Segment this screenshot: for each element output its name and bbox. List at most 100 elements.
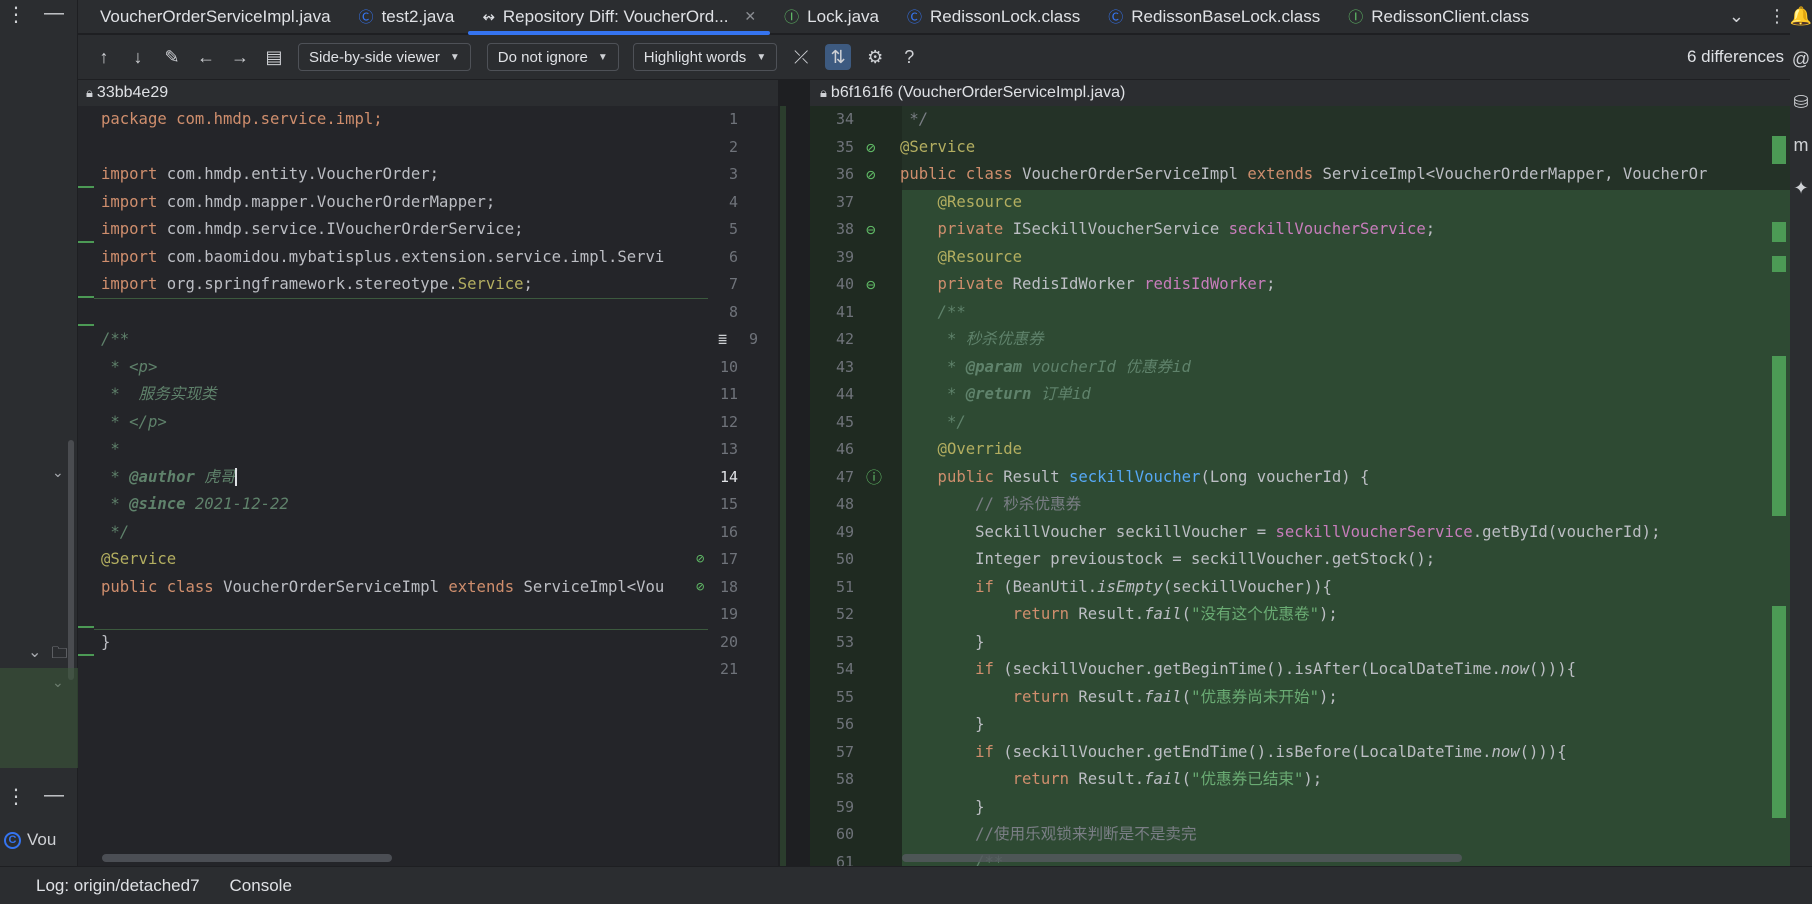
line-number: 15 — [719, 495, 738, 513]
more-options-icon[interactable]: ⋮ — [6, 2, 26, 27]
back-icon[interactable]: ← — [196, 47, 216, 68]
plugin-icon[interactable]: ✦ — [1793, 178, 1808, 199]
code-line: 35 ⊘ @Service — [810, 134, 1790, 162]
code-line: 53 } — [835, 632, 985, 651]
maven-icon[interactable]: m — [1794, 135, 1809, 156]
chevron-down-icon[interactable]: ⌄ — [28, 642, 41, 669]
run-config-item[interactable]: C Vou — [4, 830, 56, 850]
code-line: import org.springframework.stereotype.Se… — [78, 271, 778, 299]
tab-redisson-client[interactable]: Ⓘ RedissonClient.class — [1334, 0, 1543, 34]
file-list-icon[interactable]: ▤ — [264, 47, 284, 68]
autowired-icon[interactable]: ⊖ — [866, 216, 876, 244]
code-line: * @author 虎哥 14 — [78, 464, 778, 492]
tree-folder-row[interactable]: ⌄ 🗀 — [28, 642, 67, 669]
collapse-unchanged-icon[interactable]: ⤫ — [791, 47, 811, 68]
code-line: 36 ⊘ public class VoucherOrderServiceImpl … — [810, 161, 1790, 189]
code-line: 54 if (seckillVoucher.getBeginTime().isA… — [835, 660, 1576, 678]
implements-icon[interactable]: ⓘ — [866, 464, 882, 492]
line-number: 6 — [728, 247, 738, 266]
right-code-pane[interactable]: 34 */ 35 ⊘ @Service 36 ⊘ public class Vouche… — [810, 106, 1790, 866]
viewer-dropdown-label: Side-by-side viewer — [309, 48, 440, 66]
tab-repository-diff[interactable]: ↭ Repository Diff: VoucherOrd... ✕ — [468, 0, 771, 35]
interface-icon: Ⓘ — [784, 9, 800, 26]
notifications-icon[interactable]: 🔔 — [1790, 6, 1812, 27]
diff-toolbar: ↑ ↓ ✎ ← → ▤ Side-by-side viewer ▼ Do not… — [78, 35, 1790, 79]
code-line: * </p> 12 — [78, 409, 778, 437]
autowired-icon[interactable]: ⊖ — [866, 271, 876, 299]
line-number: 20 — [719, 632, 738, 651]
highlight-dropdown[interactable]: Highlight words ▼ — [632, 43, 778, 71]
code-line: 46 @Override — [835, 440, 1023, 458]
tab-test2[interactable]: Ⓒ test2.java — [345, 0, 469, 34]
tab-label: Repository Diff: VoucherOrd... — [502, 6, 729, 26]
next-difference-icon[interactable]: ↓ — [128, 47, 148, 68]
minimize-icon[interactable]: — — [44, 784, 64, 809]
line-number: 19 — [719, 605, 738, 623]
previous-difference-icon[interactable]: ↑ — [94, 47, 114, 68]
diff-divider[interactable] — [778, 80, 810, 866]
panel-scrollbar[interactable] — [68, 440, 74, 680]
horizontal-scrollbar[interactable] — [902, 854, 1462, 862]
chevron-down-icon: ▼ — [449, 51, 460, 63]
code-line: /** ≣ 9 — [78, 326, 778, 354]
code-line: 40 ⊖ private RedisIdWorker redisIdWorker; — [810, 271, 1790, 299]
minimize-icon[interactable]: — — [44, 2, 64, 27]
tree-highlight — [0, 668, 78, 768]
code-line: 45 */ — [835, 412, 966, 431]
tab-lock[interactable]: Ⓘ Lock.java — [770, 0, 893, 34]
reader-mode-icon[interactable]: ≣ — [718, 326, 727, 354]
ai-assistant-icon[interactable]: @ — [1792, 49, 1810, 70]
tab-redisson-lock[interactable]: Ⓒ RedissonLock.class — [893, 0, 1094, 34]
bean-icon[interactable]: ⊘ — [866, 161, 876, 189]
code-line: 19 — [78, 601, 778, 629]
line-number: 14 — [719, 467, 738, 486]
bean-icon[interactable]: ⊘ — [866, 134, 876, 162]
code-line: 34 */ — [835, 110, 929, 128]
right-revision-label: b6f161f6 (VoucherOrderServiceImpl.java) — [830, 84, 1126, 101]
sync-scroll-icon[interactable]: ⇅ — [825, 44, 852, 70]
chevron-down-icon[interactable]: ⌄ — [52, 464, 64, 481]
code-line: import com.hmdp.service.IVoucherOrderSer… — [78, 216, 778, 244]
database-icon[interactable]: ⛁ — [1793, 92, 1808, 113]
tab-label: RedissonBaseLock.class — [1131, 6, 1321, 26]
chevron-down-icon[interactable]: ⌄ — [1729, 6, 1744, 27]
help-icon[interactable]: ? — [899, 47, 919, 68]
diff-icon: ↭ — [482, 8, 495, 26]
settings-icon[interactable]: ⚙ — [865, 47, 885, 68]
class-icon: Ⓒ — [907, 9, 923, 26]
tab-redisson-base-lock[interactable]: Ⓒ RedissonBaseLock.class — [1094, 0, 1334, 34]
line-number: 18 — [719, 577, 738, 596]
code-line: package com.hmdp.service.impl; 1 — [78, 106, 778, 134]
class-icon: Ⓒ — [1108, 9, 1124, 26]
right-tool-strip: 🔔 @ ⛁ m ✦ — [1790, 0, 1812, 866]
edit-icon[interactable]: ✎ — [162, 47, 182, 68]
project-panel: ⋮ — ⌄ ⌄ 🗀 ⌄ ⋮ — C Vou — [0, 0, 78, 866]
highlight-dropdown-label: Highlight words — [643, 48, 747, 66]
code-line: 55 return Result.fail("优惠券尚未开始"); — [835, 687, 1338, 706]
bottom-tool-bar: Log: origin/detached7 Console — [0, 866, 1812, 904]
viewer-dropdown[interactable]: Side-by-side viewer ▼ — [298, 43, 471, 71]
git-log-tab[interactable]: Log: origin/detached7 — [36, 876, 200, 896]
ignore-dropdown[interactable]: Do not ignore ▼ — [486, 43, 619, 71]
more-options-icon[interactable]: ⋮ — [6, 784, 26, 809]
code-line: 50 Integer previoustock = seckillVoucher… — [835, 550, 1436, 568]
forward-icon[interactable]: → — [230, 47, 250, 68]
class-icon: Ⓒ — [358, 9, 374, 26]
horizontal-scrollbar[interactable] — [102, 854, 392, 862]
tab-voucher-order-service-impl[interactable]: VoucherOrderServiceImpl.java — [78, 0, 345, 34]
code-line: * 13 — [78, 436, 778, 464]
tab-label: test2.java — [381, 6, 455, 26]
code-line: * 服务实现类 11 — [78, 381, 778, 409]
tab-label: RedissonClient.class — [1371, 6, 1530, 26]
lock-icon: 🔒︎ — [86, 85, 93, 100]
code-line: 60 //使用乐观锁来判断是不是卖完 — [835, 825, 1197, 843]
chevron-down-icon: ▼ — [597, 51, 608, 63]
run-config-label: Vou — [27, 830, 57, 849]
code-line: import com.baomidou.mybatisplus.extensio… — [78, 244, 778, 272]
code-line: @Service ⊘ 17 — [78, 546, 778, 574]
line-number: 12 — [719, 412, 738, 431]
left-code-pane[interactable]: package com.hmdp.service.impl; 1 2 import… — [78, 106, 778, 866]
console-tab[interactable]: Console — [230, 876, 292, 896]
close-icon[interactable]: ✕ — [744, 8, 756, 25]
more-options-icon[interactable]: ⋮ — [1768, 6, 1786, 27]
